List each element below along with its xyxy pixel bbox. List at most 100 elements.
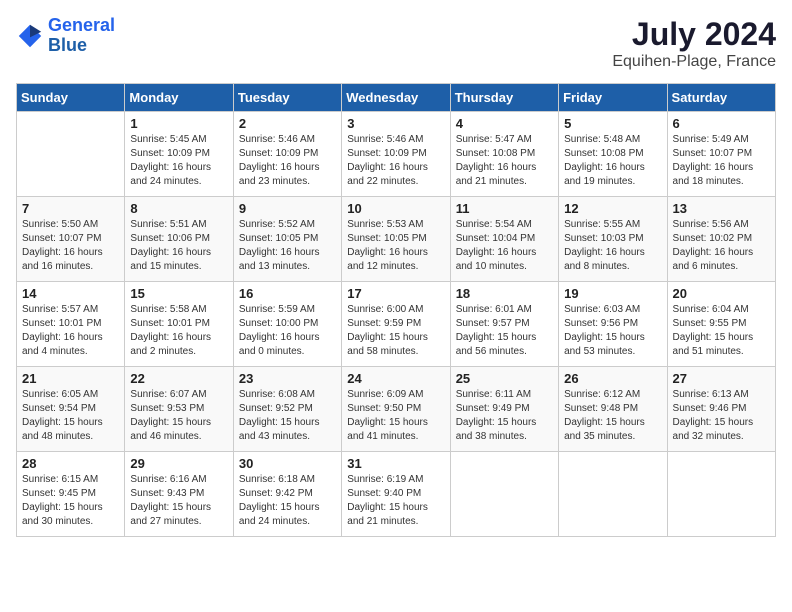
day-info: Sunrise: 6:00 AMSunset: 9:59 PMDaylight:… — [347, 303, 444, 359]
day-info: Sunrise: 6:05 AMSunset: 9:54 PMDaylight:… — [22, 388, 119, 444]
day-info: Sunrise: 5:47 AMSunset: 10:08 PMDaylight… — [456, 133, 553, 189]
day-number: 4 — [456, 116, 553, 131]
weekday-header-thursday: Thursday — [450, 84, 558, 112]
calendar-cell: 16 Sunrise: 5:59 AMSunset: 10:00 PMDaylig… — [233, 282, 341, 367]
calendar-cell: 24 Sunrise: 6:09 AMSunset: 9:50 PMDayligh… — [342, 367, 450, 452]
calendar-week-4: 21 Sunrise: 6:05 AMSunset: 9:54 PMDayligh… — [17, 367, 776, 452]
weekday-header-saturday: Saturday — [667, 84, 775, 112]
calendar-cell: 27 Sunrise: 6:13 AMSunset: 9:46 PMDayligh… — [667, 367, 775, 452]
day-number: 19 — [564, 286, 661, 301]
day-info: Sunrise: 5:57 AMSunset: 10:01 PMDaylight… — [22, 303, 119, 359]
calendar-cell: 22 Sunrise: 6:07 AMSunset: 9:53 PMDayligh… — [125, 367, 233, 452]
calendar-cell: 14 Sunrise: 5:57 AMSunset: 10:01 PMDaylig… — [17, 282, 125, 367]
weekday-header-wednesday: Wednesday — [342, 84, 450, 112]
day-number: 7 — [22, 201, 119, 216]
calendar-cell — [450, 452, 558, 537]
day-number: 26 — [564, 371, 661, 386]
calendar-cell: 8 Sunrise: 5:51 AMSunset: 10:06 PMDayligh… — [125, 197, 233, 282]
day-number: 20 — [673, 286, 770, 301]
calendar-week-2: 7 Sunrise: 5:50 AMSunset: 10:07 PMDayligh… — [17, 197, 776, 282]
calendar-table: SundayMondayTuesdayWednesdayThursdayFrid… — [16, 83, 776, 537]
day-number: 21 — [22, 371, 119, 386]
calendar-cell: 28Sunrise: 6:15 AMSunset: 9:45 PMDayligh… — [17, 452, 125, 537]
calendar-cell: 2Sunrise: 5:46 AMSunset: 10:09 PMDayligh… — [233, 112, 341, 197]
header: General Blue July 2024 Equihen-Plage, Fr… — [16, 16, 776, 71]
day-number: 6 — [673, 116, 770, 131]
day-info: Sunrise: 5:46 AMSunset: 10:09 PMDaylight… — [239, 133, 336, 189]
calendar-cell: 21 Sunrise: 6:05 AMSunset: 9:54 PMDayligh… — [17, 367, 125, 452]
day-info: Sunrise: 5:54 AMSunset: 10:04 PMDaylight… — [456, 218, 553, 274]
day-info: Sunrise: 5:48 AMSunset: 10:08 PMDaylight… — [564, 133, 661, 189]
day-info: Sunrise: 6:09 AMSunset: 9:50 PMDaylight:… — [347, 388, 444, 444]
calendar-cell: 23Sunrise: 6:08 AMSunset: 9:52 PMDayligh… — [233, 367, 341, 452]
calendar-cell — [17, 112, 125, 197]
day-number: 17 — [347, 286, 444, 301]
day-number: 9 — [239, 201, 336, 216]
weekday-header-sunday: Sunday — [17, 84, 125, 112]
calendar-cell: 6 Sunrise: 5:49 AMSunset: 10:07 PMDayligh… — [667, 112, 775, 197]
calendar-cell: 26 Sunrise: 6:12 AMSunset: 9:48 PMDayligh… — [559, 367, 667, 452]
day-info: Sunrise: 6:07 AMSunset: 9:53 PMDaylight:… — [130, 388, 227, 444]
calendar-cell — [667, 452, 775, 537]
calendar-week-1: 1 Sunrise: 5:45 AMSunset: 10:09 PMDayligh… — [17, 112, 776, 197]
day-info: Sunrise: 5:58 AMSunset: 10:01 PMDaylight… — [130, 303, 227, 359]
calendar-cell: 11Sunrise: 5:54 AMSunset: 10:04 PMDaylig… — [450, 197, 558, 282]
day-number: 13 — [673, 201, 770, 216]
day-info: Sunrise: 6:12 AMSunset: 9:48 PMDaylight:… — [564, 388, 661, 444]
calendar-cell: 30Sunrise: 6:18 AMSunset: 9:42 PMDayligh… — [233, 452, 341, 537]
month-year: July 2024 — [612, 16, 776, 53]
calendar-cell: 17 Sunrise: 6:00 AMSunset: 9:59 PMDayligh… — [342, 282, 450, 367]
day-info: Sunrise: 6:11 AMSunset: 9:49 PMDaylight:… — [456, 388, 553, 444]
day-number: 8 — [130, 201, 227, 216]
day-number: 22 — [130, 371, 227, 386]
calendar-cell: 7 Sunrise: 5:50 AMSunset: 10:07 PMDayligh… — [17, 197, 125, 282]
calendar-week-5: 28Sunrise: 6:15 AMSunset: 9:45 PMDayligh… — [17, 452, 776, 537]
calendar-cell: 13Sunrise: 5:56 AMSunset: 10:02 PMDaylig… — [667, 197, 775, 282]
location: Equihen-Plage, France — [612, 53, 776, 71]
logo-icon — [16, 22, 44, 50]
day-info: Sunrise: 5:50 AMSunset: 10:07 PMDaylight… — [22, 218, 119, 274]
calendar-cell: 4 Sunrise: 5:47 AMSunset: 10:08 PMDayligh… — [450, 112, 558, 197]
day-info: Sunrise: 5:45 AMSunset: 10:09 PMDaylight… — [130, 133, 227, 189]
day-info: Sunrise: 5:59 AMSunset: 10:00 PMDaylight… — [239, 303, 336, 359]
day-info: Sunrise: 6:01 AMSunset: 9:57 PMDaylight:… — [456, 303, 553, 359]
day-info: Sunrise: 5:51 AMSunset: 10:06 PMDaylight… — [130, 218, 227, 274]
calendar-cell: 1 Sunrise: 5:45 AMSunset: 10:09 PMDayligh… — [125, 112, 233, 197]
weekday-header-row: SundayMondayTuesdayWednesdayThursdayFrid… — [17, 84, 776, 112]
day-number: 14 — [22, 286, 119, 301]
day-info: Sunrise: 6:19 AMSunset: 9:40 PMDaylight:… — [347, 473, 444, 529]
weekday-header-friday: Friday — [559, 84, 667, 112]
day-number: 3 — [347, 116, 444, 131]
calendar-week-3: 14 Sunrise: 5:57 AMSunset: 10:01 PMDaylig… — [17, 282, 776, 367]
calendar-cell: 3Sunrise: 5:46 AMSunset: 10:09 PMDayligh… — [342, 112, 450, 197]
calendar-cell: 9 Sunrise: 5:52 AMSunset: 10:05 PMDayligh… — [233, 197, 341, 282]
weekday-header-monday: Monday — [125, 84, 233, 112]
calendar-cell: 29Sunrise: 6:16 AMSunset: 9:43 PMDayligh… — [125, 452, 233, 537]
day-number: 24 — [347, 371, 444, 386]
day-info: Sunrise: 5:53 AMSunset: 10:05 PMDaylight… — [347, 218, 444, 274]
day-number: 16 — [239, 286, 336, 301]
day-number: 25 — [456, 371, 553, 386]
calendar-cell: 12 Sunrise: 5:55 AMSunset: 10:03 PMDaylig… — [559, 197, 667, 282]
logo: General Blue — [16, 16, 115, 56]
day-info: Sunrise: 6:18 AMSunset: 9:42 PMDaylight:… — [239, 473, 336, 529]
calendar-cell: 31Sunrise: 6:19 AMSunset: 9:40 PMDayligh… — [342, 452, 450, 537]
calendar-cell: 5Sunrise: 5:48 AMSunset: 10:08 PMDayligh… — [559, 112, 667, 197]
day-info: Sunrise: 5:52 AMSunset: 10:05 PMDaylight… — [239, 218, 336, 274]
day-info: Sunrise: 5:49 AMSunset: 10:07 PMDaylight… — [673, 133, 770, 189]
day-number: 12 — [564, 201, 661, 216]
logo-text: General Blue — [48, 16, 115, 56]
day-number: 15 — [130, 286, 227, 301]
day-number: 27 — [673, 371, 770, 386]
day-info: Sunrise: 6:04 AMSunset: 9:55 PMDaylight:… — [673, 303, 770, 359]
weekday-header-tuesday: Tuesday — [233, 84, 341, 112]
day-number: 23 — [239, 371, 336, 386]
day-info: Sunrise: 5:55 AMSunset: 10:03 PMDaylight… — [564, 218, 661, 274]
day-number: 1 — [130, 116, 227, 131]
day-info: Sunrise: 6:13 AMSunset: 9:46 PMDaylight:… — [673, 388, 770, 444]
title-area: July 2024 Equihen-Plage, France — [612, 16, 776, 71]
day-number: 18 — [456, 286, 553, 301]
calendar-cell: 15 Sunrise: 5:58 AMSunset: 10:01 PMDaylig… — [125, 282, 233, 367]
calendar-cell — [559, 452, 667, 537]
day-number: 28 — [22, 456, 119, 471]
